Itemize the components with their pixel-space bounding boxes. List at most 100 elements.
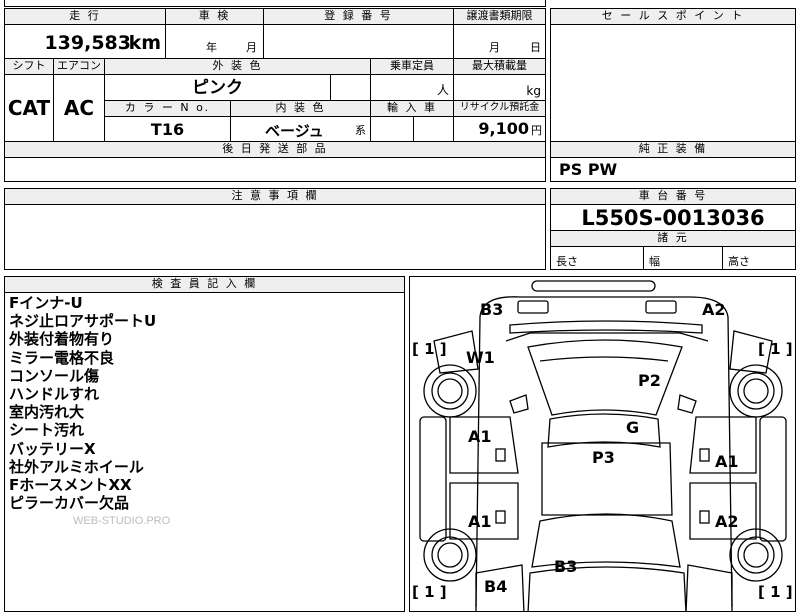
inspector-note: コンソール傷 <box>9 366 100 385</box>
interior-color-header: 内 装 色 <box>230 100 371 117</box>
damage-label-b3-rear: B3 <box>554 557 578 576</box>
aircon-cell: AC <box>53 74 105 142</box>
right-sill-outline <box>759 416 787 542</box>
sales-point-cell <box>550 24 796 142</box>
recycle-deposit-unit: 円 <box>531 124 542 137</box>
max-load-header: 最大積載量 <box>453 58 546 75</box>
sales-point-header: セ ー ル ス ポ イ ン ト <box>550 8 796 25</box>
recycle-deposit-value: 9,100 <box>478 119 529 138</box>
max-load-unit: kg <box>526 84 541 98</box>
mileage-unit: km <box>128 32 161 54</box>
mileage-header: 走 行 <box>4 8 166 25</box>
damage-label-a1-right-front: A1 <box>715 452 739 471</box>
shift-header: シフト <box>4 58 54 75</box>
exterior-color-sub-cell <box>330 74 371 101</box>
top-clip-strip <box>4 0 546 7</box>
inspection-header: 車 検 <box>165 8 264 25</box>
dimension-length-cell: 長さ <box>550 246 644 270</box>
color-no-value: T16 <box>150 120 185 139</box>
inspector-note: 外装付着物有り <box>9 330 115 349</box>
capacity-header: 乗車定員 <box>370 58 454 75</box>
inspector-note: ネジ止ロアサポートU <box>9 312 157 331</box>
headlight-left-outline <box>517 300 549 314</box>
later-shipping-parts-header: 後 日 発 送 部 品 <box>4 141 546 158</box>
damage-label-a2-right-rear: A2 <box>715 512 739 531</box>
front-band-outline <box>509 320 703 334</box>
rear-hatch-outline <box>527 566 687 611</box>
dimension-height-cell: 高さ <box>722 246 796 270</box>
left-mirror-outline <box>509 394 529 414</box>
headlight-right-outline <box>645 300 677 314</box>
aircon-header: エアコン <box>53 58 105 75</box>
color-no-header: カ ラ ー N o. <box>104 100 231 117</box>
chassis-number-cell: L550S-0013036 <box>550 204 796 231</box>
transfer-deadline-header: 譲渡書類期限 <box>453 8 546 25</box>
damage-label-b3-front: B3 <box>480 300 504 319</box>
inspector-note: Fインナ-U <box>9 294 83 312</box>
damage-label-a2-front: A2 <box>702 300 726 319</box>
exterior-color-value: ピンク <box>192 78 243 98</box>
capacity-cell: 人 <box>370 74 454 101</box>
left-door-handle-rear <box>495 510 506 524</box>
mileage-cell: 139,583 km <box>4 24 166 59</box>
inspector-notes-header: 検 査 員 記 入 欄 <box>4 276 405 293</box>
damage-label-a1-left-rear: A1 <box>468 512 492 531</box>
wheel-front-right <box>729 364 783 418</box>
inspection-year-label: 年 <box>206 41 217 54</box>
aircon-value: AC <box>63 96 95 120</box>
damage-label-p3: P3 <box>592 448 615 467</box>
registration-header: 登 録 番 号 <box>263 8 454 25</box>
recycle-deposit-cell: 9,100 円 <box>453 116 546 142</box>
later-shipping-parts-cell <box>4 157 546 182</box>
right-door-handle-rear <box>699 510 710 524</box>
capacity-unit: 人 <box>436 83 449 97</box>
wheel-front-left <box>423 364 477 418</box>
damage-label-a1-left-front: A1 <box>468 427 492 446</box>
inspector-notes-cell: Fインナ-U ネジ止ロアサポートU 外装付着物有り ミラー電格不良 コンソール傷… <box>4 292 405 612</box>
transfer-month-label: 月 <box>489 41 500 54</box>
left-door-handle-front <box>495 448 506 462</box>
damage-label-g: G <box>626 418 640 437</box>
chassis-number-header: 車 台 番 号 <box>550 188 796 205</box>
damage-label-b4: B4 <box>484 577 508 596</box>
inspector-note: バッテリーX <box>9 439 96 458</box>
damage-label-w1: W1 <box>466 348 495 367</box>
tire-mark-rear-left: [ 1 ] <box>412 583 447 601</box>
shift-value: CAT <box>7 96 51 120</box>
transfer-day-label: 日 <box>530 41 541 54</box>
specs-header: 諸 元 <box>550 230 796 247</box>
tire-mark-front-left: [ 1 ] <box>412 340 447 358</box>
inspector-note: ピラーカバー欠品 <box>9 494 130 513</box>
standard-equipment-cell: PS PW <box>550 157 796 182</box>
shift-cell: CAT <box>4 74 54 142</box>
import-car-cell-b <box>413 116 454 142</box>
wheel-rear-right <box>729 528 783 582</box>
inspection-cell: 年 月 <box>165 24 264 59</box>
standard-equipment-header: 純 正 装 備 <box>550 141 796 158</box>
interior-color-cell: ベージュ 系 <box>230 116 371 142</box>
dimension-width-cell: 幅 <box>643 246 723 270</box>
import-car-cell-a <box>370 116 414 142</box>
damage-diagram-panel: B3 A2 W1 P2 G A1 P3 A1 A1 A2 B3 B4 [ 1 ]… <box>409 276 796 612</box>
interior-color-suffix: 系 <box>355 124 366 137</box>
inspector-note: ハンドルすれ <box>9 385 100 404</box>
registration-cell <box>263 24 454 59</box>
dimension-length-label: 長さ <box>556 255 578 268</box>
import-car-header: 輸 入 車 <box>370 100 454 117</box>
wiper-outline <box>539 356 669 362</box>
right-door-handle-front <box>699 448 710 462</box>
caution-header: 注 意 事 項 欄 <box>4 188 546 205</box>
mileage-value: 139,583 <box>44 32 131 54</box>
left-sill-outline <box>419 416 447 542</box>
right-mirror-outline <box>677 394 697 414</box>
interior-color-value: ベージュ <box>265 122 324 140</box>
exterior-color-cell: ピンク <box>104 74 331 101</box>
inspector-note: 社外アルミホイール <box>9 457 144 476</box>
damage-label-p2: P2 <box>638 371 661 390</box>
watermark: WEB-STUDIO.PRO <box>73 515 171 527</box>
inspector-note: FホースメントXX <box>9 476 132 495</box>
front-bumper-outline <box>531 280 656 292</box>
tire-mark-front-right: [ 1 ] <box>758 340 793 358</box>
transfer-deadline-cell: 月 日 <box>453 24 546 59</box>
inspector-note: 室内汚れ大 <box>9 403 85 422</box>
